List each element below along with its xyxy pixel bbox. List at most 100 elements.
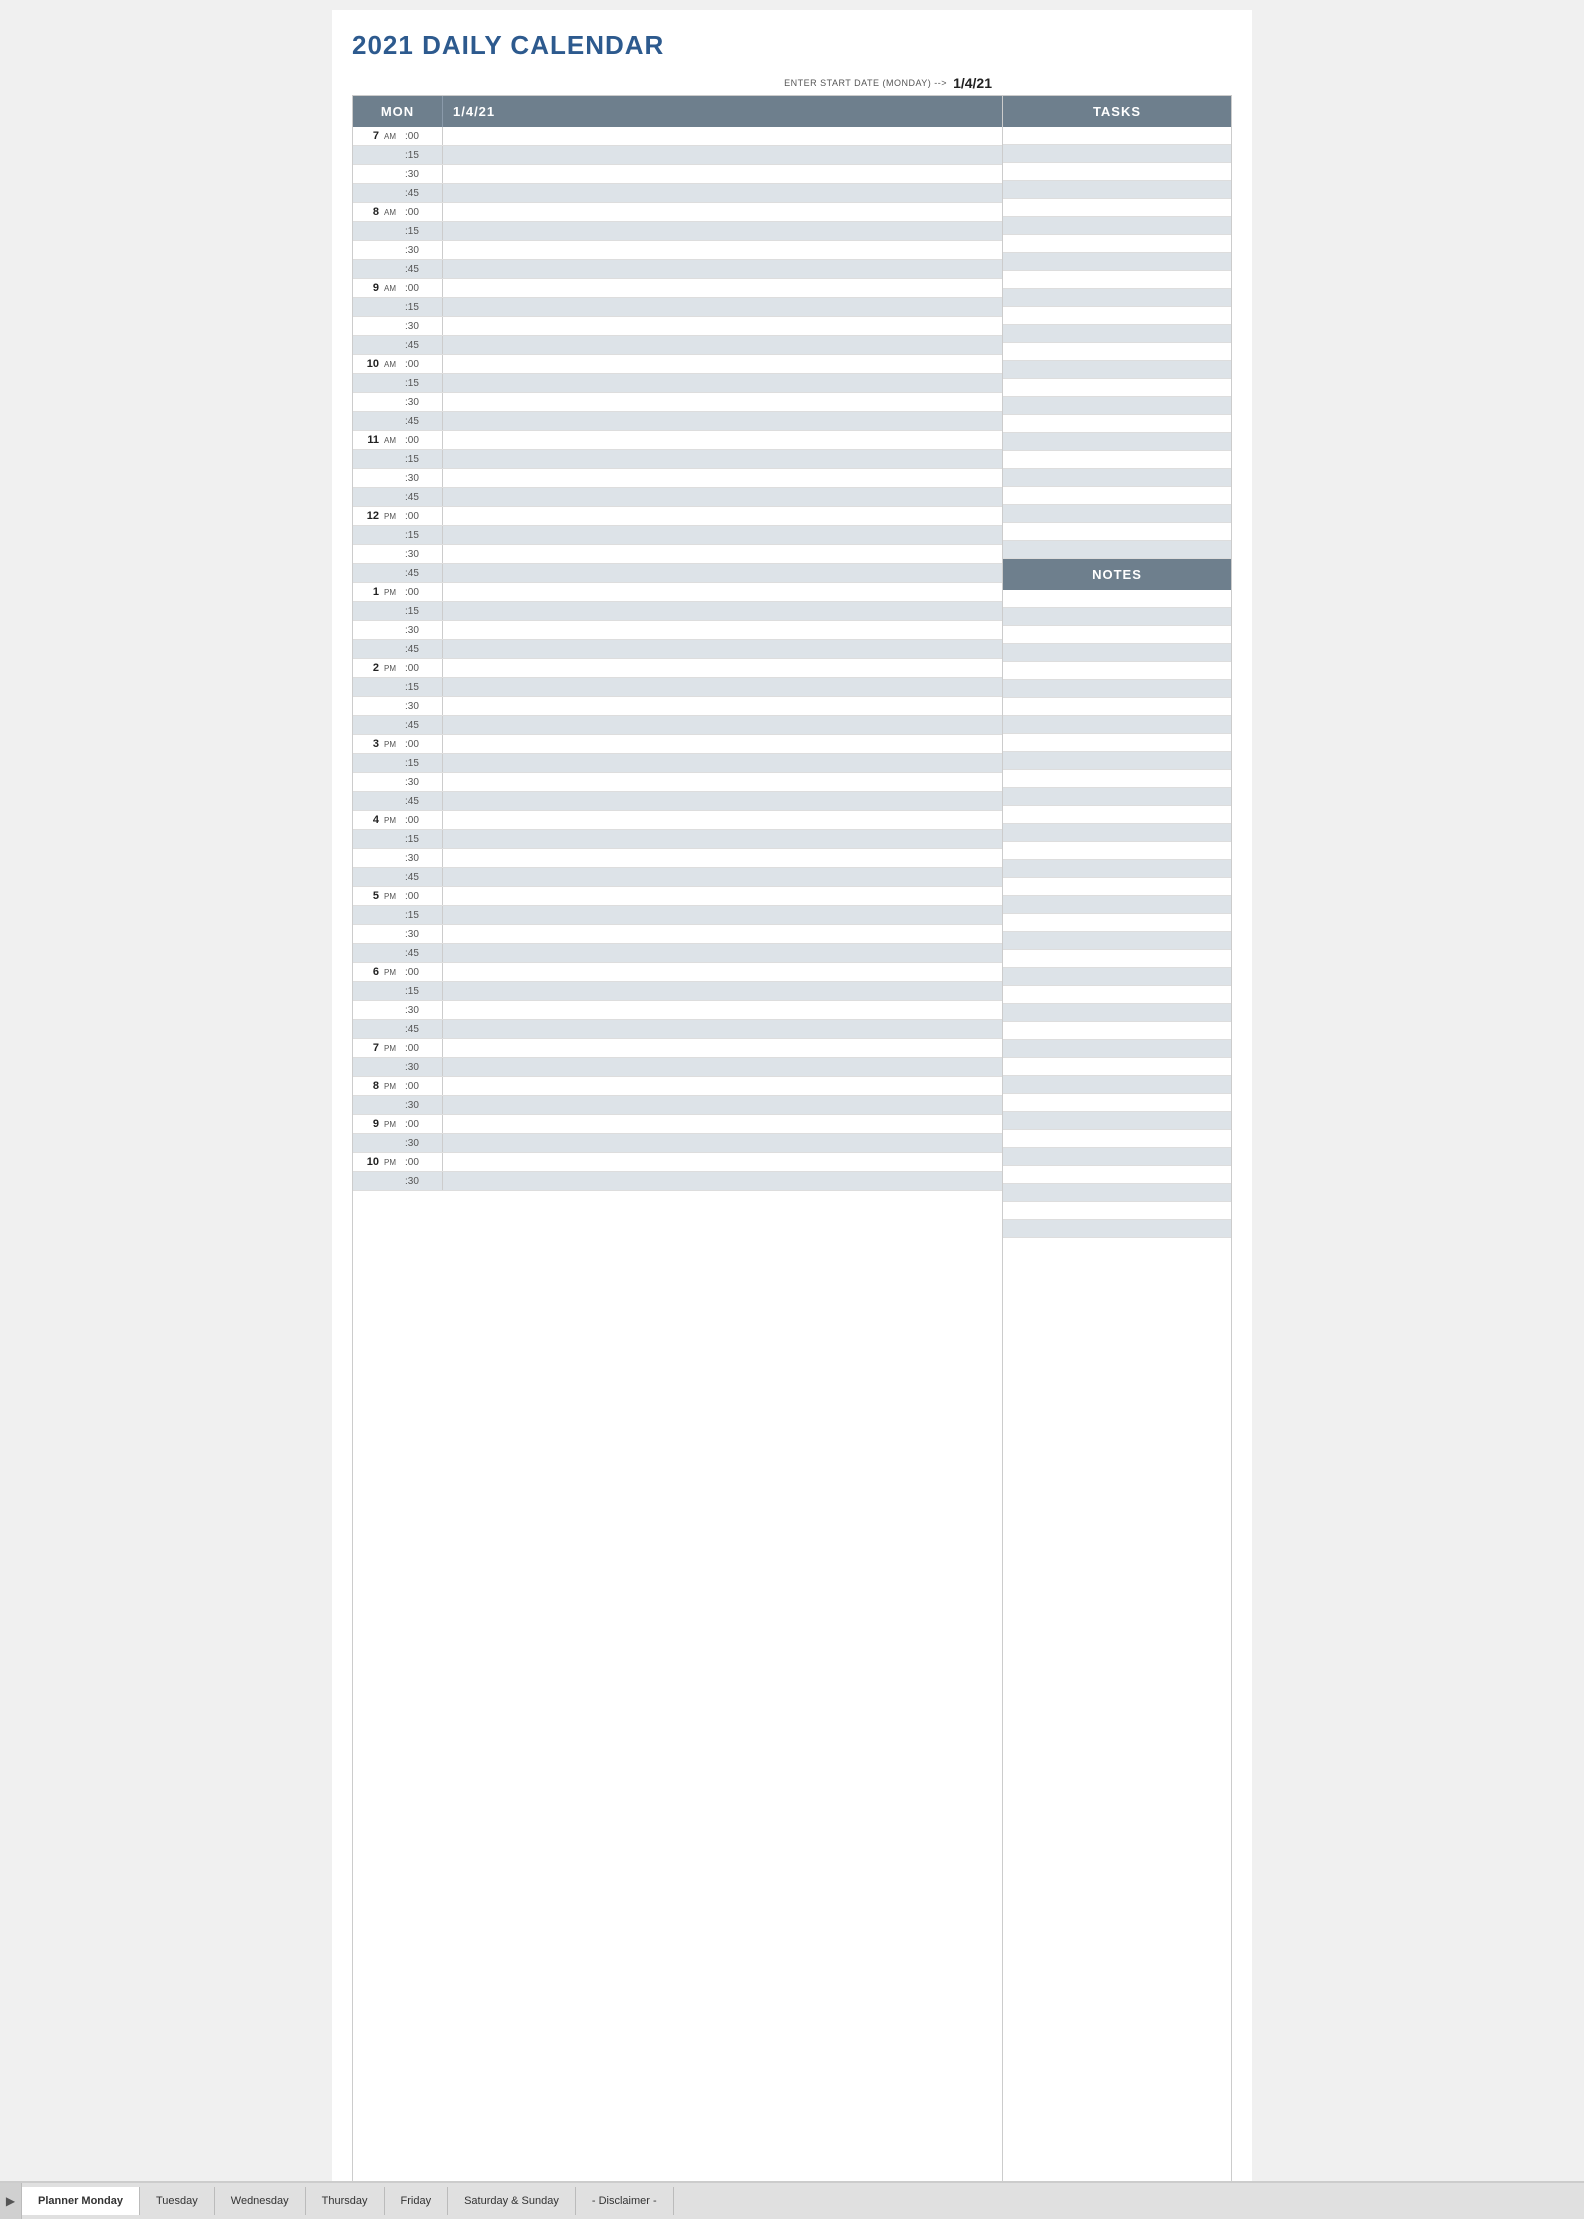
note-row[interactable]	[1003, 716, 1231, 734]
event-cell[interactable]	[443, 545, 1002, 563]
note-row[interactable]	[1003, 896, 1231, 914]
note-row[interactable]	[1003, 878, 1231, 896]
event-cell[interactable]	[443, 564, 1002, 582]
note-row[interactable]	[1003, 1148, 1231, 1166]
note-row[interactable]	[1003, 968, 1231, 986]
tab-tuesday[interactable]: Tuesday	[140, 2187, 215, 2215]
task-row[interactable]	[1003, 541, 1231, 559]
event-cell[interactable]	[443, 203, 1002, 221]
task-row[interactable]	[1003, 235, 1231, 253]
note-row[interactable]	[1003, 1094, 1231, 1112]
task-row[interactable]	[1003, 271, 1231, 289]
event-cell[interactable]	[443, 1115, 1002, 1133]
note-row[interactable]	[1003, 770, 1231, 788]
event-cell[interactable]	[443, 1153, 1002, 1171]
tab-thursday[interactable]: Thursday	[306, 2187, 385, 2215]
event-cell[interactable]	[443, 792, 1002, 810]
tab-nav-prev[interactable]: ▶	[0, 2183, 22, 2219]
note-row[interactable]	[1003, 914, 1231, 932]
task-row[interactable]	[1003, 523, 1231, 541]
task-row[interactable]	[1003, 307, 1231, 325]
task-row[interactable]	[1003, 217, 1231, 235]
event-cell[interactable]	[443, 431, 1002, 449]
event-cell[interactable]	[443, 944, 1002, 962]
tab-planner-monday[interactable]: Planner Monday	[22, 2187, 140, 2215]
task-row[interactable]	[1003, 343, 1231, 361]
event-cell[interactable]	[443, 279, 1002, 297]
event-cell[interactable]	[443, 754, 1002, 772]
note-row[interactable]	[1003, 590, 1231, 608]
note-row[interactable]	[1003, 1202, 1231, 1220]
event-cell[interactable]	[443, 830, 1002, 848]
note-row[interactable]	[1003, 824, 1231, 842]
note-row[interactable]	[1003, 932, 1231, 950]
task-row[interactable]	[1003, 253, 1231, 271]
event-cell[interactable]	[443, 1020, 1002, 1038]
note-row[interactable]	[1003, 986, 1231, 1004]
event-cell[interactable]	[443, 146, 1002, 164]
note-row[interactable]	[1003, 806, 1231, 824]
event-cell[interactable]	[443, 849, 1002, 867]
note-row[interactable]	[1003, 842, 1231, 860]
event-cell[interactable]	[443, 773, 1002, 791]
event-cell[interactable]	[443, 963, 1002, 981]
note-row[interactable]	[1003, 1112, 1231, 1130]
tab-disclaimer[interactable]: - Disclaimer -	[576, 2187, 674, 2215]
task-row[interactable]	[1003, 451, 1231, 469]
task-row[interactable]	[1003, 127, 1231, 145]
event-cell[interactable]	[443, 507, 1002, 525]
note-row[interactable]	[1003, 752, 1231, 770]
task-row[interactable]	[1003, 433, 1231, 451]
note-row[interactable]	[1003, 1058, 1231, 1076]
tab-wednesday[interactable]: Wednesday	[215, 2187, 306, 2215]
event-cell[interactable]	[443, 697, 1002, 715]
event-cell[interactable]	[443, 526, 1002, 544]
event-cell[interactable]	[443, 982, 1002, 1000]
note-row[interactable]	[1003, 626, 1231, 644]
task-row[interactable]	[1003, 397, 1231, 415]
event-cell[interactable]	[443, 925, 1002, 943]
note-row[interactable]	[1003, 1220, 1231, 1238]
event-cell[interactable]	[443, 735, 1002, 753]
event-cell[interactable]	[443, 336, 1002, 354]
task-row[interactable]	[1003, 325, 1231, 343]
task-row[interactable]	[1003, 487, 1231, 505]
event-cell[interactable]	[443, 184, 1002, 202]
event-cell[interactable]	[443, 1058, 1002, 1076]
event-cell[interactable]	[443, 222, 1002, 240]
event-cell[interactable]	[443, 1172, 1002, 1190]
event-cell[interactable]	[443, 868, 1002, 886]
note-row[interactable]	[1003, 644, 1231, 662]
note-row[interactable]	[1003, 680, 1231, 698]
event-cell[interactable]	[443, 450, 1002, 468]
tab-saturday-sunday[interactable]: Saturday & Sunday	[448, 2187, 576, 2215]
task-row[interactable]	[1003, 163, 1231, 181]
task-row[interactable]	[1003, 505, 1231, 523]
task-row[interactable]	[1003, 145, 1231, 163]
note-row[interactable]	[1003, 1184, 1231, 1202]
note-row[interactable]	[1003, 788, 1231, 806]
event-cell[interactable]	[443, 412, 1002, 430]
event-cell[interactable]	[443, 602, 1002, 620]
event-cell[interactable]	[443, 678, 1002, 696]
note-row[interactable]	[1003, 698, 1231, 716]
event-cell[interactable]	[443, 1096, 1002, 1114]
event-cell[interactable]	[443, 127, 1002, 145]
event-cell[interactable]	[443, 469, 1002, 487]
note-row[interactable]	[1003, 1040, 1231, 1058]
task-row[interactable]	[1003, 379, 1231, 397]
event-cell[interactable]	[443, 621, 1002, 639]
event-cell[interactable]	[443, 298, 1002, 316]
task-row[interactable]	[1003, 289, 1231, 307]
event-cell[interactable]	[443, 1134, 1002, 1152]
note-row[interactable]	[1003, 662, 1231, 680]
note-row[interactable]	[1003, 1076, 1231, 1094]
event-cell[interactable]	[443, 640, 1002, 658]
event-cell[interactable]	[443, 716, 1002, 734]
event-cell[interactable]	[443, 317, 1002, 335]
event-cell[interactable]	[443, 165, 1002, 183]
event-cell[interactable]	[443, 393, 1002, 411]
event-cell[interactable]	[443, 374, 1002, 392]
task-row[interactable]	[1003, 415, 1231, 433]
event-cell[interactable]	[443, 241, 1002, 259]
